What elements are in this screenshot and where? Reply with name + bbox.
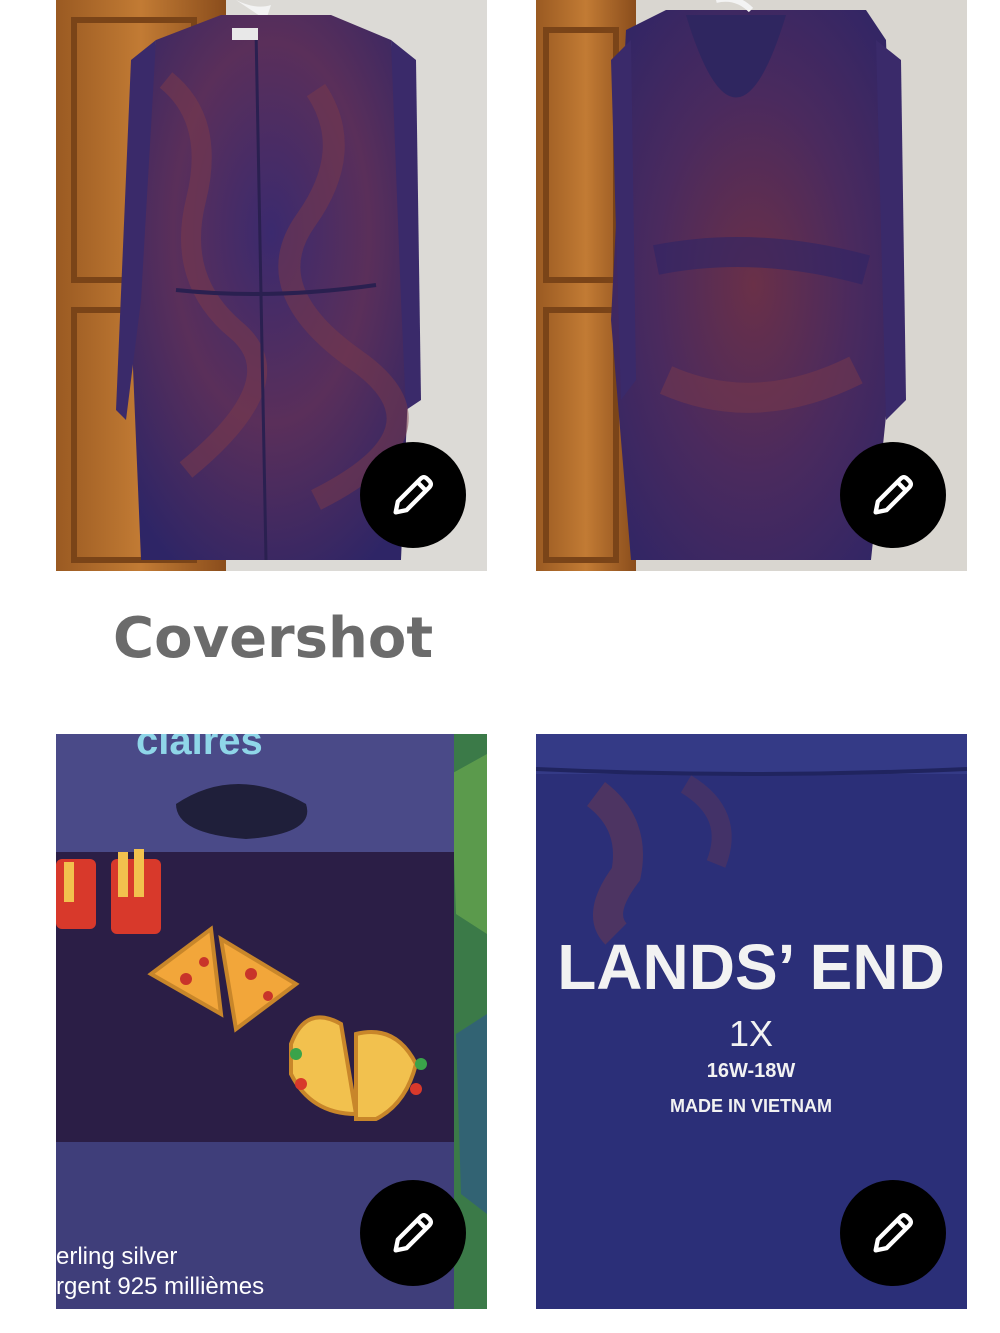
pencil-icon [873, 474, 914, 515]
card-text-line-1: erling silver [56, 1243, 177, 1270]
photo-brand-tag[interactable]: LANDS’ END 1X 16W-18W MADE IN VIETNAM [536, 734, 967, 1309]
tag-size-range-text: 16W-18W [707, 1060, 796, 1082]
tag-origin-text: MADE IN VIETNAM [670, 1096, 832, 1116]
edit-photo-button[interactable] [840, 442, 946, 548]
photo-earring-card[interactable]: claires erling silver rgent 925 millième… [56, 734, 487, 1309]
tag-size-text: 1X [729, 1013, 773, 1054]
edit-photo-button[interactable] [360, 442, 466, 548]
pencil-icon [393, 474, 434, 515]
tag-brand-text: LANDS’ END [557, 931, 945, 1003]
pencil-icon [393, 1212, 434, 1253]
edit-photo-button[interactable] [360, 1180, 466, 1286]
photo-front-view[interactable] [56, 0, 487, 571]
covershot-label: Covershot [113, 606, 434, 671]
edit-photo-button[interactable] [840, 1180, 946, 1286]
card-brand-text: claires [136, 734, 263, 763]
card-text-line-2: rgent 925 millièmes [56, 1273, 264, 1300]
pencil-icon [873, 1212, 914, 1253]
photo-back-view[interactable] [536, 0, 967, 571]
